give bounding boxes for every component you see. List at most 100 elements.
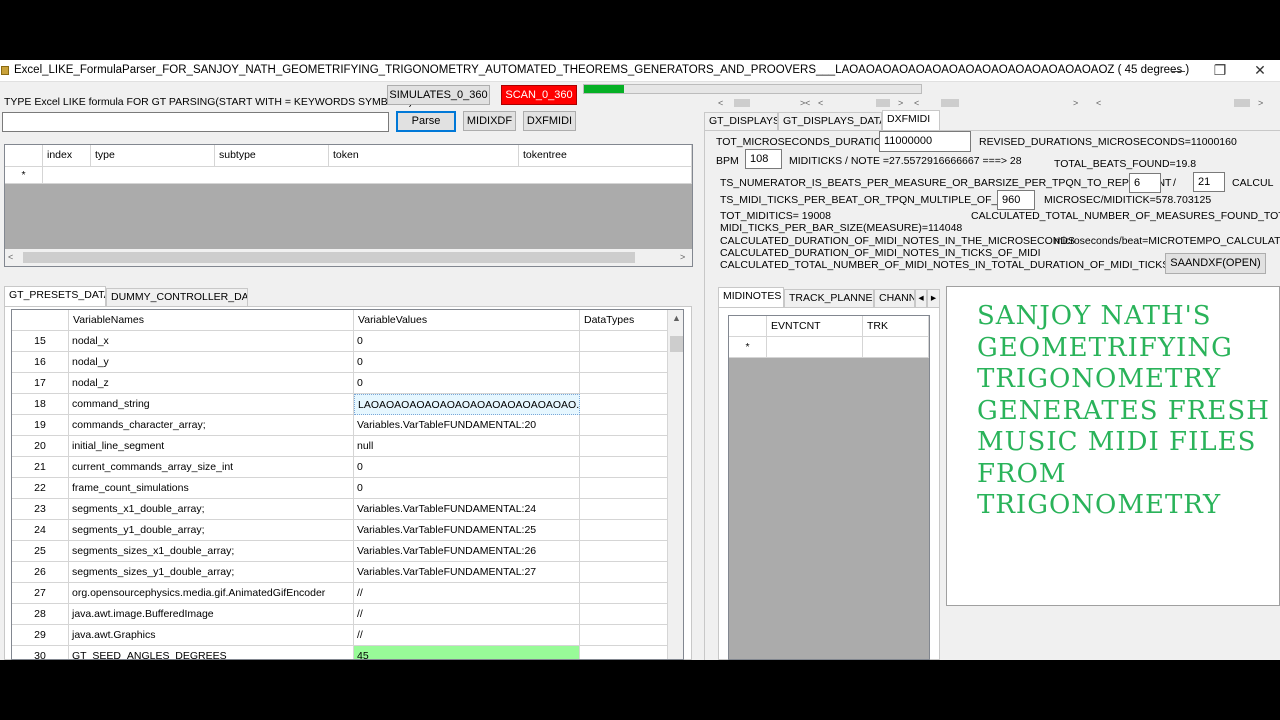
scroll-right-icon[interactable]: > (898, 97, 903, 109)
scroll-right-icon[interactable]: > (680, 251, 685, 263)
variable-name-cell[interactable]: segments_y1_double_array; (69, 520, 354, 541)
variable-name-cell[interactable]: command_string (69, 394, 354, 415)
variable-name-cell[interactable]: segments_x1_double_array; (69, 499, 354, 520)
tot-micro-input[interactable]: 11000000 (879, 131, 971, 152)
variable-name-cell[interactable]: GT_SEED_ANGLES_DEGREES (69, 646, 354, 659)
presets-grid[interactable]: VariableNames VariableValues DataTypes 1… (11, 309, 684, 660)
restore-button[interactable]: ❐ (1200, 60, 1240, 82)
scroll-thumb[interactable] (23, 252, 635, 263)
data-type-cell[interactable] (580, 583, 668, 604)
variable-name-cell[interactable]: segments_sizes_x1_double_array; (69, 541, 354, 562)
scroll-thumb[interactable] (1234, 99, 1250, 107)
variable-name-cell[interactable]: org.opensourcephysics.media.gif.Animated… (69, 583, 354, 604)
scroll-thumb[interactable] (734, 99, 750, 107)
scroll-right-icon[interactable]: > (1258, 97, 1263, 109)
variable-name-cell[interactable]: java.awt.Graphics (69, 625, 354, 646)
variable-name-cell[interactable]: nodal_z (69, 373, 354, 394)
variable-value-cell[interactable]: Variables.VarTableFUNDAMENTAL:25 (354, 520, 580, 541)
new-row-cell[interactable] (863, 337, 929, 358)
scroll-thumb[interactable] (941, 99, 959, 107)
formula-input[interactable] (2, 112, 389, 132)
tab-gt-displays[interactable]: GT_DISPLAYS (704, 112, 778, 130)
tab-track-planner[interactable]: TRACK_PLANNER (784, 289, 874, 307)
close-button[interactable]: ✕ (1240, 60, 1280, 82)
variable-value-cell[interactable]: Variables.VarTableFUNDAMENTAL:24 (354, 499, 580, 520)
variable-value-cell[interactable]: // (354, 604, 580, 625)
tab-dummy-controller-data[interactable]: DUMMY_CONTROLLER_DATA (106, 288, 248, 306)
variable-value-cell[interactable]: 0 (354, 352, 580, 373)
scan-button[interactable]: SCAN_0_360 (501, 85, 577, 105)
data-type-cell[interactable] (580, 331, 668, 352)
data-type-cell[interactable] (580, 373, 668, 394)
column-header[interactable]: TRK (863, 316, 929, 337)
saandxf-open-button[interactable]: SAANDXF(OPEN) (1165, 253, 1266, 274)
ts-numerator-input[interactable]: 6 (1129, 173, 1161, 193)
presets-vscroll[interactable]: ▲ (668, 310, 683, 659)
scroll-thumb[interactable] (670, 336, 683, 352)
variable-value-cell[interactable]: Variables.VarTableFUNDAMENTAL:27 (354, 562, 580, 583)
variable-value-cell[interactable]: null (354, 436, 580, 457)
data-type-cell[interactable] (580, 646, 668, 659)
bpm-input[interactable]: 108 (745, 149, 782, 169)
variable-name-cell[interactable]: java.awt.image.BufferedImage (69, 604, 354, 625)
right-scroll-strip[interactable]: < > < < > < > < > (700, 96, 1280, 110)
column-header[interactable]: VariableNames (69, 310, 354, 331)
token-grid-hscroll[interactable]: < > (5, 249, 692, 266)
dxfmidi-button[interactable]: DXFMIDI (523, 111, 576, 131)
variable-value-cell[interactable]: 0 (354, 331, 580, 352)
variable-name-cell[interactable]: nodal_x (69, 331, 354, 352)
column-header[interactable]: type (91, 145, 215, 167)
variable-value-cell[interactable]: 0 (354, 457, 580, 478)
scroll-left-icon[interactable]: < (818, 97, 823, 109)
column-header[interactable]: token (329, 145, 519, 167)
column-header[interactable]: tokentree (519, 145, 692, 167)
variable-value-cell[interactable]: 45 (354, 646, 580, 659)
variable-name-cell[interactable]: nodal_y (69, 352, 354, 373)
variable-value-cell[interactable]: Variables.VarTableFUNDAMENTAL:26 (354, 541, 580, 562)
variable-name-cell[interactable]: commands_character_array; (69, 415, 354, 436)
data-type-cell[interactable] (580, 415, 668, 436)
data-type-cell[interactable] (580, 520, 668, 541)
scroll-left-icon[interactable]: < (718, 97, 723, 109)
column-header[interactable]: subtype (215, 145, 329, 167)
data-type-cell[interactable] (580, 394, 668, 415)
tab-chann[interactable]: CHANN (874, 289, 915, 307)
variable-name-cell[interactable]: current_commands_array_size_int (69, 457, 354, 478)
midinotes-grid[interactable]: EVNTCNT TRK * (728, 315, 930, 660)
scroll-right-icon[interactable]: > (1073, 97, 1078, 109)
data-type-cell[interactable] (580, 541, 668, 562)
variable-value-cell[interactable]: 0 (354, 373, 580, 394)
data-type-cell[interactable] (580, 562, 668, 583)
simulates-button[interactable]: SIMULATES_0_360 (387, 85, 490, 105)
variable-value-cell[interactable]: Variables.VarTableFUNDAMENTAL:20 (354, 415, 580, 436)
scroll-left-icon[interactable]: < (8, 251, 13, 263)
tab-scroll-left-icon[interactable]: ◂ (915, 289, 927, 307)
data-type-cell[interactable] (580, 499, 668, 520)
data-type-cell[interactable] (580, 457, 668, 478)
column-header[interactable]: DataTypes (580, 310, 668, 331)
minimize-button[interactable]: — (1158, 60, 1198, 82)
data-type-cell[interactable] (580, 352, 668, 373)
tab-gt-displays-data[interactable]: GT_DISPLAYS_DATA (778, 112, 882, 130)
variable-value-cell[interactable]: 0 (354, 478, 580, 499)
ts-ticks-input[interactable]: 960 (997, 190, 1035, 210)
scroll-up-icon[interactable]: ▲ (672, 312, 681, 324)
data-type-cell[interactable] (580, 625, 668, 646)
data-type-cell[interactable] (580, 436, 668, 457)
variable-value-cell[interactable]: LAOAOAOAOAOAOAOAOAOAOAOAOAOAO... (354, 394, 580, 415)
variable-value-cell[interactable]: // (354, 625, 580, 646)
scroll-left-icon[interactable]: < (805, 97, 810, 109)
tab-midinotes[interactable]: MIDINOTES (718, 287, 784, 307)
tab-scroll-right-icon[interactable]: ▸ (927, 289, 940, 307)
token-grid[interactable]: index type subtype token tokentree * < > (4, 144, 693, 267)
tab-gt-presets-data[interactable]: GT_PRESETS_DATA (4, 286, 106, 306)
column-header[interactable]: EVNTCNT (767, 316, 863, 337)
variable-name-cell[interactable]: frame_count_simulations (69, 478, 354, 499)
data-type-cell[interactable] (580, 604, 668, 625)
midixdf-button[interactable]: MIDIXDF (463, 111, 516, 131)
scroll-left-icon[interactable]: < (1096, 97, 1101, 109)
variable-name-cell[interactable]: initial_line_segment (69, 436, 354, 457)
scroll-left-icon[interactable]: < (914, 97, 919, 109)
ts-denominator-input[interactable]: 21 (1193, 172, 1225, 192)
new-row-cell[interactable] (767, 337, 863, 358)
